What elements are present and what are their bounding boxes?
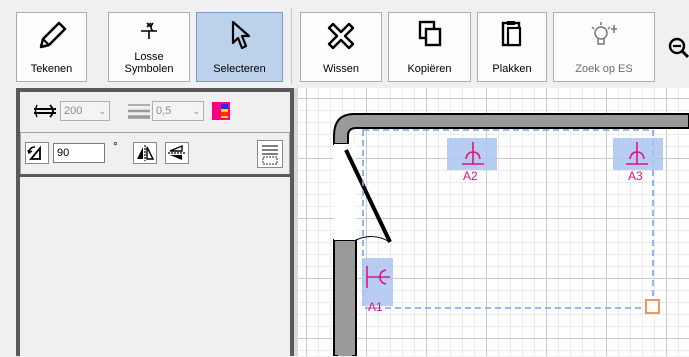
chevron-down-icon: ⌄ [98,106,106,116]
properties-row-rotation: 90 ° [20,132,290,176]
search-es-label: Zoek op ES [575,63,633,75]
panel-empty-area [20,177,290,357]
degree-symbol: ° [113,139,118,153]
mirror-horizontal-button[interactable] [133,142,157,164]
floorplan-drawing [333,113,689,356]
draw-button[interactable]: Tekenen [16,12,87,82]
lamp-search-icon [591,22,617,45]
loose-symbols-label-line1: Losse [134,51,164,63]
toolbar: Tekenen Losse Symbolen Selecteren Wissen… [0,0,689,88]
line-width-combo[interactable]: 0,5 ⌄ [152,101,204,121]
properties-panel: 200 ⌄ 0,5 ⌄ 90 ° [16,88,294,357]
size-value: 200 [64,105,83,117]
paste-button-label: Plakken [492,63,532,75]
rotate-button[interactable] [25,142,49,164]
select-button[interactable]: Selecteren [196,12,283,82]
symbol-label-a2: A2 [463,169,478,183]
toolbar-separator [291,8,292,84]
angle-input[interactable]: 90 [53,143,105,163]
list-settings-icon [262,145,278,165]
mirror-vertical-icon [168,144,186,160]
symbol-label-a1: A1 [368,300,383,314]
loose-symbols-label-line2: Symbolen [124,63,174,75]
wall-left-lower-inner [338,244,352,356]
symbol-size-icon [34,104,56,118]
search-es-button[interactable]: Zoek op ES [553,12,655,82]
copy-button-label: Kopiëren [407,63,452,75]
selection-resize-handle [645,299,660,314]
select-button-label: Selecteren [213,63,266,75]
mirror-horizontal-icon [137,145,155,161]
size-combo[interactable]: 200 ⌄ [60,101,110,121]
line-width-icon [128,104,150,119]
draw-button-label: Tekenen [30,63,73,75]
line-width-value: 0,5 [156,105,172,117]
rotate-icon [27,145,41,160]
copy-button[interactable]: Kopiëren [388,12,471,82]
delete-button[interactable]: Wissen [300,12,382,82]
copy-icon [418,20,441,47]
drawing-canvas[interactable]: A2 A3 A1 [298,88,689,356]
delete-x-icon [327,22,355,50]
loose-symbols-button[interactable]: Losse Symbolen [108,12,190,82]
chevron-down-icon: ⌄ [192,106,200,116]
symbol-a3-highlight [613,138,663,170]
delete-button-label: Wissen [322,63,360,75]
symbol-icon [141,22,157,39]
door-opening [334,144,356,240]
cursor-icon [231,20,250,50]
zoom-icon[interactable] [666,36,689,60]
angle-value: 90 [57,147,70,159]
properties-list-button[interactable] [257,140,283,168]
symbol-a2-highlight [447,138,497,170]
symbol-label-a3: A3 [628,169,643,183]
selection-rect [362,129,654,309]
paste-icon [501,21,522,47]
mirror-vertical-button[interactable] [165,142,189,164]
pencil-icon [39,21,66,49]
door-swing-arc [355,236,391,243]
color-picker-icon[interactable] [212,102,230,120]
paste-button[interactable]: Plakken [477,12,547,82]
properties-row-size: 200 ⌄ 0,5 ⌄ [22,96,292,126]
